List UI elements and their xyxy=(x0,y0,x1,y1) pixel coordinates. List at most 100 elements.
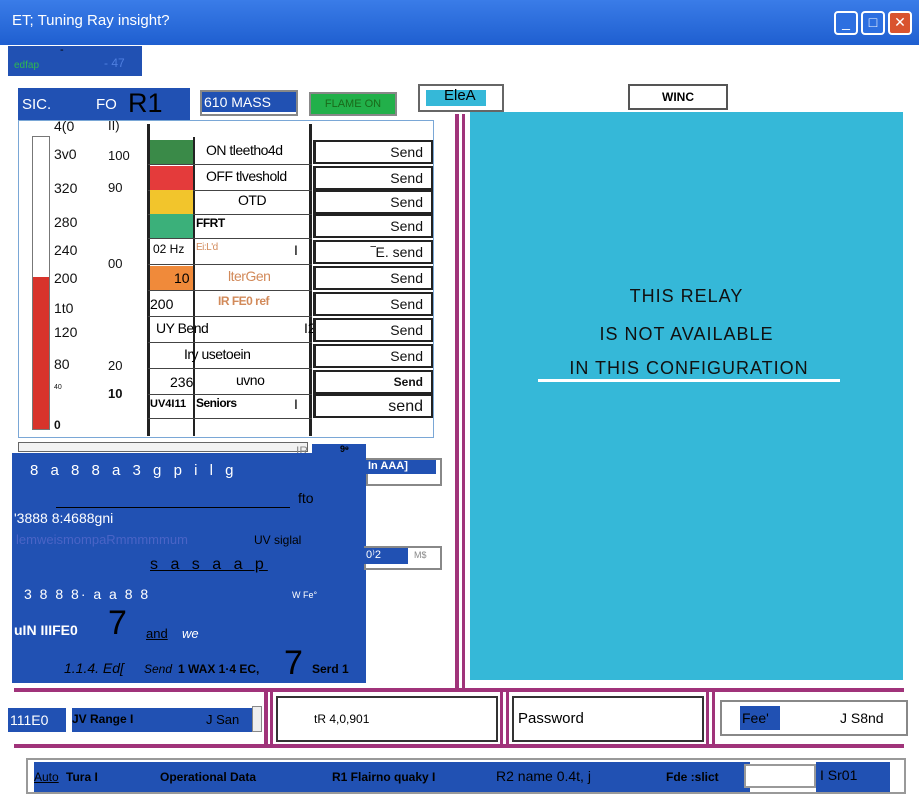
row-extra: I xyxy=(294,242,298,258)
row-label: UY Bend xyxy=(156,320,209,336)
operational-data-tab[interactable]: Operational Data xyxy=(160,770,256,784)
relay-message-line3: IN THIS CONFIGURATION xyxy=(538,358,840,382)
winc-button[interactable]: WINC xyxy=(628,84,728,110)
lower-line4: 3 8 8 8· a a 8 8 xyxy=(24,586,151,602)
gauge-tick-label: 320 xyxy=(54,180,78,196)
row-label: FFRT xyxy=(196,216,225,230)
uin-text: uIN IIIFE0 xyxy=(14,622,78,638)
gauge-tick-label: 240 xyxy=(54,242,78,258)
application-window: ET; Tuning Ray insight? _ □ ✕ - edfap - … xyxy=(0,0,919,808)
send-button[interactable]: Send xyxy=(313,140,433,164)
maximize-button[interactable]: □ xyxy=(861,11,885,35)
range-slider[interactable] xyxy=(18,442,308,452)
bottom-toolbar-inner: Auto Tura I Operational Data R1 Flairno … xyxy=(34,762,750,792)
send-button[interactable]: Send xyxy=(313,190,433,214)
mass-button[interactable]: 610 MASS xyxy=(200,90,298,116)
ed-text: 1.1.4. Ed[ xyxy=(64,660,124,676)
gauge-scale-label: 10 xyxy=(108,386,123,401)
gauge-tick-label: 4(0 xyxy=(54,118,75,134)
lower-line1: 8 a 8 8 a 3 g p i l g xyxy=(30,462,238,479)
send-button[interactable]: send xyxy=(313,394,433,418)
ie-label: 111E0 xyxy=(8,708,66,732)
send-button[interactable]: Send xyxy=(313,166,433,190)
serd-text: Serd 1 xyxy=(312,662,349,676)
wfe-text: W Fe° xyxy=(292,590,318,600)
temperature-gauge xyxy=(32,136,50,430)
close-button[interactable]: ✕ xyxy=(888,11,912,35)
send-control[interactable]: Fee' J S8nd xyxy=(720,700,908,736)
row-value: UV4I11 xyxy=(150,398,187,410)
status-block: - edfap - 47 xyxy=(8,44,142,76)
seven-number: 7 xyxy=(108,604,127,642)
sic-label: SIC. xyxy=(22,96,52,113)
minimize-button[interactable]: _ xyxy=(834,11,858,35)
and-text: and xyxy=(146,626,168,641)
send-button[interactable]: Send xyxy=(313,266,433,290)
range-control[interactable]: JV Range I J San xyxy=(72,708,252,732)
r1-flame-tab[interactable]: R1 Flairno quaky I xyxy=(332,770,435,784)
seven-number-2: 7 xyxy=(284,644,303,682)
r2-name-tab[interactable]: R2 name 0.4t, j xyxy=(496,768,591,784)
row-color-indicator xyxy=(150,140,193,164)
gauge-scale-label: 90 xyxy=(108,180,123,195)
tr-input[interactable]: tR 4,0,901 xyxy=(276,696,498,742)
send-button[interactable]: Send xyxy=(313,344,433,368)
vertical-divider-2 xyxy=(462,114,465,688)
flame-on-indicator[interactable]: FLAME ON xyxy=(309,92,397,116)
send-button[interactable]: Send xyxy=(313,214,433,238)
row-label: OTD xyxy=(238,192,267,208)
auto-link[interactable]: Auto xyxy=(34,770,59,784)
gauge-scale-label: 100 xyxy=(108,148,130,163)
gauge-scale-label: 00 xyxy=(108,256,123,271)
fde-select-tab[interactable]: Fde :slict xyxy=(666,770,719,784)
elea-button[interactable]: EleA xyxy=(418,84,504,112)
horizontal-divider-2 xyxy=(14,744,904,748)
gauge-tick-label: 1t0 xyxy=(54,300,74,316)
m-label: 0⁾2 xyxy=(364,548,408,564)
send-button[interactable]: Send xyxy=(313,370,433,394)
gauge-tick-label: 0 xyxy=(54,418,61,432)
dash-text: - xyxy=(60,44,64,56)
m-button[interactable]: 0⁾2 M$ xyxy=(364,546,442,570)
sasa-text: s a s a a p xyxy=(150,556,268,573)
row-extra: I xyxy=(294,396,298,412)
gauge-tick-label: 120 xyxy=(54,324,78,340)
row-color-indicator xyxy=(150,166,193,190)
row-label: Ei:L'd xyxy=(196,242,218,253)
select-box[interactable] xyxy=(744,764,816,788)
fo-label: FO xyxy=(96,96,117,113)
send-button[interactable]: Send xyxy=(313,318,433,342)
status-value: - 47 xyxy=(104,56,125,70)
row-label: IR FE0 ref xyxy=(218,294,270,308)
hz-label: 02 Hz xyxy=(153,242,185,256)
r1-label: R1 xyxy=(128,88,163,118)
aaa-button[interactable]: In AAA] xyxy=(366,458,442,486)
sr-label: I Sr01 xyxy=(816,762,890,792)
jsend-label: J S8nd xyxy=(840,710,884,726)
row-label: ON tleetho4d xyxy=(206,142,283,158)
row-label: OFF tlveshold xyxy=(206,168,287,184)
gauge-tick-label: 80 xyxy=(54,356,70,372)
row-value: 10 xyxy=(174,270,190,286)
tura-label[interactable]: Tura I xyxy=(66,770,98,784)
row-value: 200 xyxy=(150,296,174,312)
range-label: JV Range I xyxy=(72,712,134,726)
uv-signal-text: UV siglal xyxy=(254,533,302,547)
row-label: Seniors xyxy=(196,396,237,410)
lower-line2: '3888 8:4688gni xyxy=(14,510,114,526)
window-title: ET; Tuning Ray insight? xyxy=(12,12,170,29)
gauge-tick-label: 3v0 xyxy=(54,146,77,162)
relay-message-line2: IS NOT AVAILABLE xyxy=(599,324,774,344)
row-color-indicator xyxy=(150,214,193,238)
gauge-tick-label: 40 xyxy=(54,384,62,391)
we-text: we xyxy=(182,626,199,641)
send-button[interactable]: Send xyxy=(313,292,433,316)
password-field[interactable]: Password xyxy=(512,696,704,742)
fto-text: fto xyxy=(298,490,314,506)
send-button[interactable]: ‾E. send xyxy=(313,240,433,264)
row-label: Iry usetoein xyxy=(184,346,251,362)
gauge-tick-label: 280 xyxy=(54,214,78,230)
title-bar: ET; Tuning Ray insight? _ □ ✕ xyxy=(0,0,919,45)
send-italic-text: Send xyxy=(144,662,173,676)
gauge-scale-label: 20 xyxy=(108,358,123,373)
